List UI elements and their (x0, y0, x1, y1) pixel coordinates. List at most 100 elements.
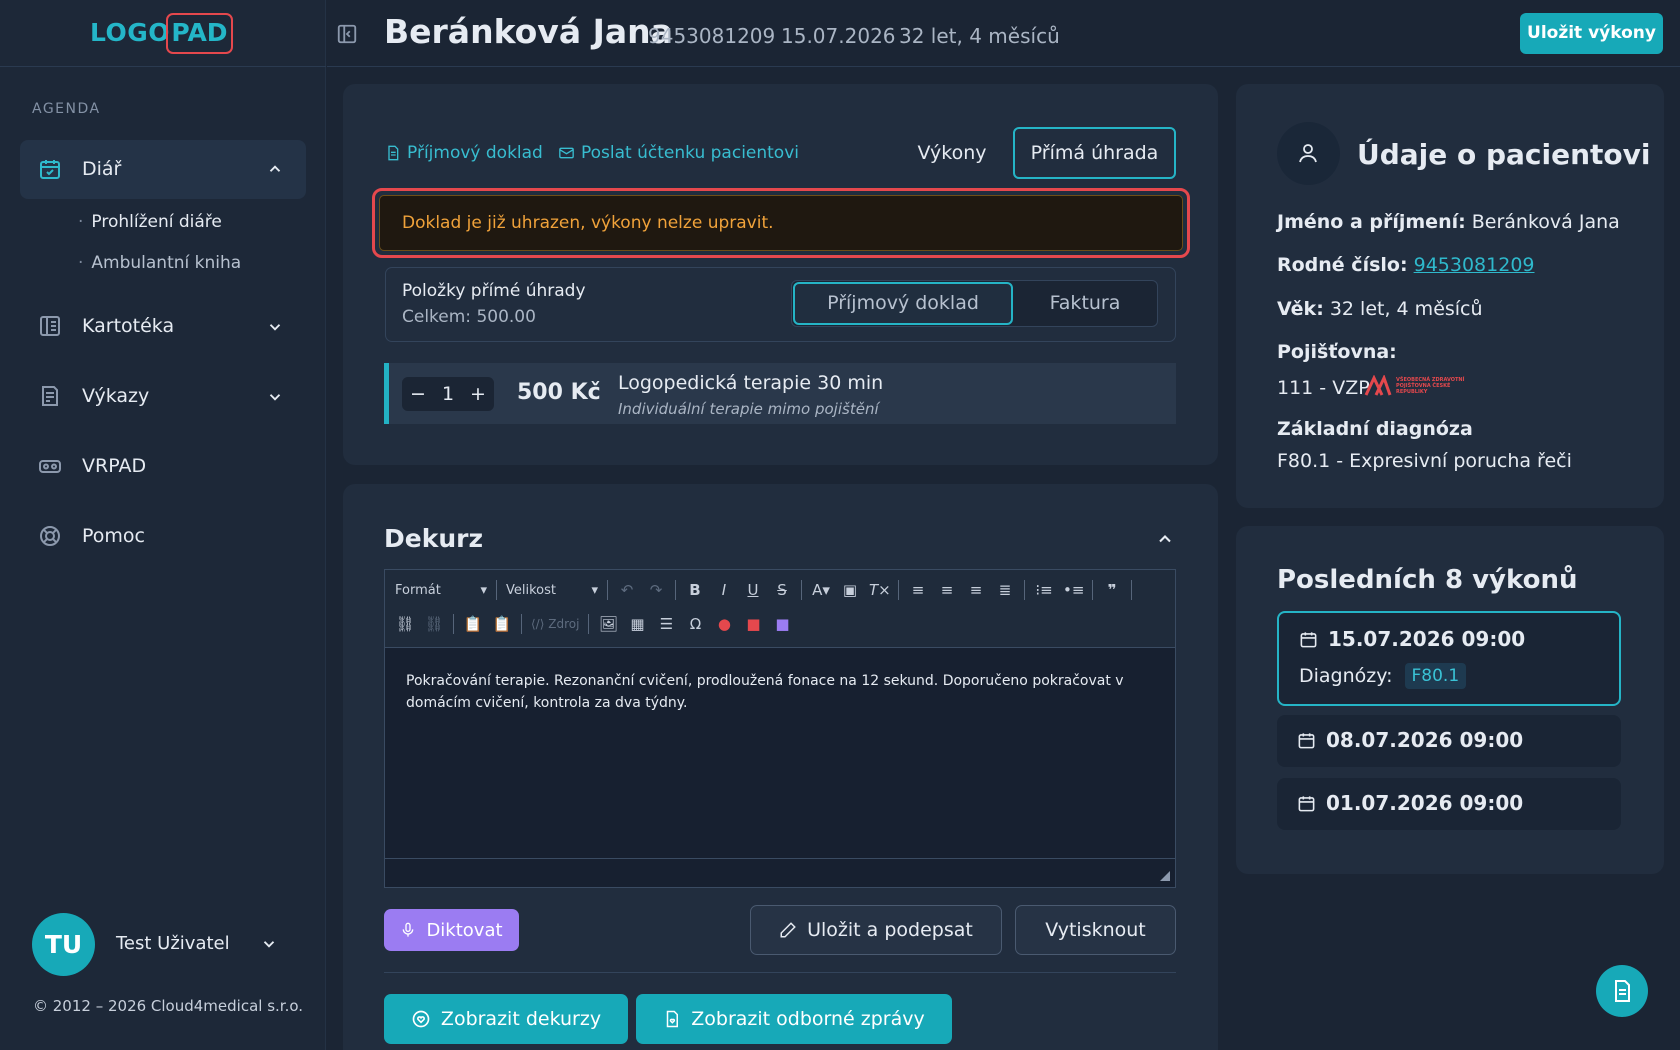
chevron-up-icon[interactable] (1155, 529, 1175, 549)
show-reports-button[interactable]: Zobrazit odborné zprávy (636, 994, 952, 1044)
strikethrough-icon[interactable]: S (772, 581, 792, 599)
patient-age-value: 32 let, 4 měsíců (1329, 298, 1483, 320)
tab-services[interactable]: Výkony (900, 127, 1004, 179)
image-icon[interactable]: 🖼 (598, 615, 618, 633)
sidebar-item-label: Výkazy (82, 385, 150, 407)
horizontal-line-icon[interactable]: ☰ (656, 615, 676, 633)
sidebar-item-diar-content[interactable]: Diář (38, 154, 121, 184)
align-left-icon[interactable]: ≡ (908, 581, 928, 599)
align-justify-icon[interactable]: ≣ (995, 581, 1015, 599)
save-sign-button[interactable]: Uložit a podepsat (750, 905, 1002, 955)
size-select-label: Velikost (506, 582, 556, 598)
item-subtitle: Individuální terapie mimo pojištění (618, 400, 879, 418)
bullet-list-icon[interactable]: •≡ (1063, 581, 1084, 599)
chevron-down-icon[interactable] (266, 388, 284, 406)
underline-icon[interactable]: U (743, 581, 763, 599)
comment-icon[interactable]: ● (714, 615, 734, 633)
sidebar-subitem-ambulantni[interactable]: · Ambulantní kniha (78, 253, 241, 273)
sidebar-item-pomoc[interactable]: Pomoc (38, 521, 145, 551)
avatar[interactable]: TU (32, 913, 95, 976)
plus-icon[interactable]: + (470, 383, 486, 405)
clear-format-icon[interactable]: T× (869, 581, 891, 599)
sidebar-item-vrpad[interactable]: VRPAD (38, 451, 146, 481)
document-icon (388, 145, 399, 161)
undo-icon[interactable]: ↶ (617, 581, 637, 599)
bold-icon[interactable]: B (685, 581, 705, 599)
send-receipt-link[interactable]: Poslat účtenku pacientovi (558, 143, 799, 163)
item-price: 500 Kč (517, 380, 601, 405)
chevron-down-icon[interactable] (260, 935, 278, 953)
vr-headset-icon (39, 460, 61, 473)
quote-icon[interactable]: ❞ (1102, 581, 1122, 599)
dictate-button[interactable]: Diktovat (384, 909, 519, 951)
quantity-stepper[interactable]: − 1 + (402, 377, 494, 411)
size-select[interactable]: Velikost ▾ (506, 583, 598, 598)
redo-icon[interactable]: ↷ (646, 581, 666, 599)
print-button[interactable]: Vytisknout (1015, 905, 1176, 955)
receipt-link-label: Příjmový doklad (407, 143, 543, 163)
ai-icon[interactable]: ■ (772, 615, 792, 633)
format-select-label: Formát (395, 582, 441, 598)
sidebar-item-label: VRPAD (82, 455, 147, 477)
link-icon[interactable]: ⛓ (395, 615, 415, 633)
italic-icon[interactable]: I (714, 581, 734, 599)
paste-icon[interactable]: 📋 (463, 615, 483, 633)
item-title: Logopedická terapie 30 min (618, 372, 884, 394)
patient-insurance-value: 111 - VZP (1277, 377, 1370, 399)
history-item[interactable]: 15.07.2026 09:00 Diagnózy: F80.1 (1277, 611, 1621, 706)
logo-text-left: LOGO (90, 18, 171, 47)
history-date-row: 01.07.2026 09:00 (1297, 791, 1601, 815)
calendar-check-icon (40, 160, 60, 179)
vzp-logo-text: VŠEOBECNÁ ZDRAVOTNÍ POJIŠŤOVNA ČESKÉ REP… (1396, 377, 1465, 395)
chevron-up-icon[interactable] (266, 160, 284, 178)
tab-direct-payment[interactable]: Přímá úhrada (1013, 127, 1176, 179)
sidebar-item-vykazy[interactable]: Výkazy (38, 381, 149, 411)
send-receipt-link-label: Poslat účtenku pacientovi (581, 143, 799, 163)
header-date: 15.07.2026 (781, 24, 896, 48)
patient-age-label: Věk: (1277, 298, 1324, 320)
sidebar-subitem-prohlizeni[interactable]: · Prohlížení diáře (78, 212, 222, 232)
seg-receipt[interactable]: Příjmový doklad (793, 282, 1013, 325)
seg-invoice[interactable]: Faktura (1013, 282, 1157, 325)
sidebar-item-kartoteka[interactable]: Kartotéka (38, 311, 174, 341)
history-date: 15.07.2026 09:00 (1328, 627, 1526, 651)
report-icon (42, 386, 58, 406)
save-services-button[interactable]: Uložit výkony (1520, 13, 1663, 54)
minus-icon[interactable]: − (410, 383, 426, 405)
align-center-icon[interactable]: ≡ (937, 581, 957, 599)
save-sign-label: Uložit a podepsat (807, 919, 973, 941)
paste-text-icon[interactable]: 📋 (492, 615, 512, 633)
resize-handle-icon[interactable] (1160, 871, 1170, 881)
receipt-link[interactable]: Příjmový doklad (385, 143, 543, 163)
background-color-icon[interactable]: ▣ (840, 581, 860, 599)
show-dekurz-label: Zobrazit dekurzy (440, 1008, 602, 1030)
insurance-label-text: Pojišťovna: (1277, 341, 1397, 363)
patient-rc-link[interactable]: 9453081209 (1414, 254, 1535, 276)
divider (384, 972, 1176, 973)
table-icon[interactable]: ▦ (627, 615, 647, 633)
user-name[interactable]: Test Uživatel (116, 933, 230, 954)
patient-rc-row: Rodné číslo: 9453081209 (1277, 254, 1535, 276)
header-patient-id: 9453081209 (648, 24, 776, 48)
special-char-icon[interactable]: Ω (685, 615, 705, 633)
history-item[interactable]: 08.07.2026 09:00 (1277, 715, 1621, 767)
source-button[interactable]: ⟨/⟩ Zdroj (531, 617, 579, 631)
sidebar-toggle-icon[interactable] (336, 23, 358, 45)
chevron-down-icon[interactable] (266, 318, 284, 336)
vzp-logo-icon (1364, 375, 1392, 396)
sidebar-section-label: AGENDA (32, 101, 101, 117)
show-dekurz-button[interactable]: Zobrazit dekurzy (384, 994, 628, 1044)
history-date-row: 08.07.2026 09:00 (1297, 728, 1601, 752)
vzp-logo: VŠEOBECNÁ ZDRAVOTNÍ POJIŠŤOVNA ČESKÉ REP… (1364, 375, 1468, 397)
dekurz-text[interactable]: Pokračování terapie. Rezonanční cvičení,… (406, 670, 1162, 714)
numbered-list-icon[interactable]: ⁝≡ (1034, 581, 1054, 599)
history-item[interactable]: 01.07.2026 09:00 (1277, 778, 1621, 830)
sidebar-item-label: Diář (82, 158, 122, 180)
align-right-icon[interactable]: ≡ (966, 581, 986, 599)
unlink-icon[interactable]: ⛓ (424, 615, 444, 633)
template-icon[interactable]: ■ (743, 615, 763, 633)
calendar-icon (1298, 795, 1315, 811)
items-total: Celkem: 500.00 (402, 307, 536, 327)
format-select[interactable]: Formát ▾ (395, 583, 487, 598)
text-color-icon[interactable]: A▾ (811, 581, 831, 599)
